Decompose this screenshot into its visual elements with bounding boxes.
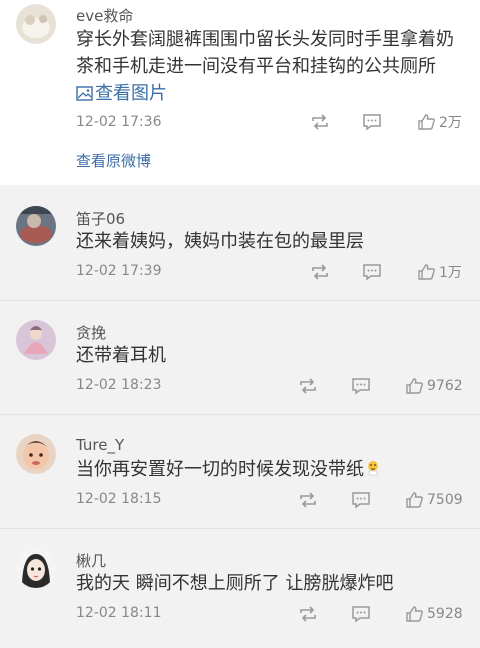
comment-button[interactable] bbox=[351, 375, 371, 397]
username[interactable]: 楸几 bbox=[76, 550, 106, 571]
username[interactable]: 笛子06 bbox=[76, 208, 125, 229]
comment-icon bbox=[352, 378, 370, 395]
repost-icon bbox=[300, 378, 316, 394]
repost-button[interactable] bbox=[298, 489, 318, 511]
repost-icon bbox=[300, 606, 316, 622]
repost-button[interactable] bbox=[310, 261, 330, 283]
like-button[interactable]: 2万 bbox=[417, 111, 462, 133]
timestamp: 12-02 18:23 bbox=[76, 377, 162, 393]
like-count: 1万 bbox=[439, 265, 462, 281]
comment-text: 我的天 瞬间不想上厕所了 让膀胱爆炸吧 bbox=[76, 573, 394, 594]
comment-icon bbox=[363, 264, 381, 281]
repost-icon bbox=[300, 492, 316, 508]
view-image-link[interactable]: 查看图片 bbox=[76, 83, 167, 104]
like-button[interactable]: 7509 bbox=[405, 489, 463, 511]
timestamp: 12-02 17:36 bbox=[76, 114, 162, 130]
comment-button[interactable] bbox=[351, 489, 371, 511]
repost-icon bbox=[312, 114, 328, 130]
comment-text: 还带着耳机 bbox=[76, 345, 166, 366]
comment-button[interactable] bbox=[351, 603, 371, 625]
like-count: 7509 bbox=[427, 492, 463, 508]
comment-button[interactable] bbox=[362, 111, 382, 133]
thumbs-up-icon bbox=[406, 606, 423, 622]
repost-button[interactable] bbox=[298, 603, 318, 625]
like-button[interactable]: 1万 bbox=[417, 261, 462, 283]
comment-text: 还来着姨妈，姨妈巾装在包的最里层 bbox=[76, 231, 364, 252]
thumbs-up-icon bbox=[406, 492, 423, 508]
comment-body: 当你再安置好一切的时候发现没带纸 bbox=[76, 459, 364, 480]
like-count: 9762 bbox=[427, 378, 463, 394]
username[interactable]: 贪挽 bbox=[76, 322, 106, 343]
like-count: 2万 bbox=[439, 115, 462, 131]
username[interactable]: eve救命 bbox=[76, 5, 133, 26]
comment-icon bbox=[363, 114, 381, 131]
view-original-post-link[interactable]: 查看原微博 bbox=[76, 150, 151, 171]
comment-item: 贪挽 还带着耳机 12-02 18:23 9762 bbox=[0, 302, 480, 415]
repost-button[interactable] bbox=[310, 111, 330, 133]
comment-icon bbox=[352, 492, 370, 509]
comment-item: 楸几 我的天 瞬间不想上厕所了 让膀胱爆炸吧 12-02 18:11 5928 bbox=[0, 530, 480, 648]
avatar[interactable] bbox=[16, 320, 56, 360]
comment-text: 穿长外套阔腿裤围围巾留长头发同时手里拿着奶茶和手机走进一间没有平台和挂钩的公共厕… bbox=[76, 26, 471, 107]
repost-button[interactable] bbox=[298, 375, 318, 397]
comment-text: 当你再安置好一切的时候发现没带纸 bbox=[76, 456, 471, 483]
username[interactable]: Ture_Y bbox=[76, 436, 124, 454]
like-button[interactable]: 9762 bbox=[405, 375, 463, 397]
image-icon bbox=[76, 86, 93, 101]
emoji-icon bbox=[368, 461, 378, 476]
thumbs-up-icon bbox=[418, 114, 435, 130]
comment-icon bbox=[352, 606, 370, 623]
view-image-label: 查看图片 bbox=[95, 83, 167, 104]
avatar[interactable] bbox=[16, 434, 56, 474]
avatar[interactable] bbox=[16, 4, 56, 44]
timestamp: 12-02 17:39 bbox=[76, 263, 162, 279]
thumbs-up-icon bbox=[418, 264, 435, 280]
avatar[interactable] bbox=[16, 548, 56, 588]
comment-button[interactable] bbox=[362, 261, 382, 283]
thumbs-up-icon bbox=[406, 378, 423, 394]
like-count: 5928 bbox=[427, 606, 463, 622]
comment-item: 笛子06 还来着姨妈，姨妈巾装在包的最里层 12-02 17:39 1万 bbox=[0, 186, 480, 301]
like-button[interactable]: 5928 bbox=[405, 603, 463, 625]
comment-item: eve救命 穿长外套阔腿裤围围巾留长头发同时手里拿着奶茶和手机走进一间没有平台和… bbox=[0, 0, 480, 185]
timestamp: 12-02 18:15 bbox=[76, 491, 162, 507]
timestamp: 12-02 18:11 bbox=[76, 605, 162, 621]
repost-icon bbox=[312, 264, 328, 280]
comment-body: 穿长外套阔腿裤围围巾留长头发同时手里拿着奶茶和手机走进一间没有平台和挂钩的公共厕… bbox=[76, 29, 454, 77]
avatar[interactable] bbox=[16, 206, 56, 246]
comment-item: Ture_Y 当你再安置好一切的时候发现没带纸 12-02 18:15 7509 bbox=[0, 416, 480, 529]
